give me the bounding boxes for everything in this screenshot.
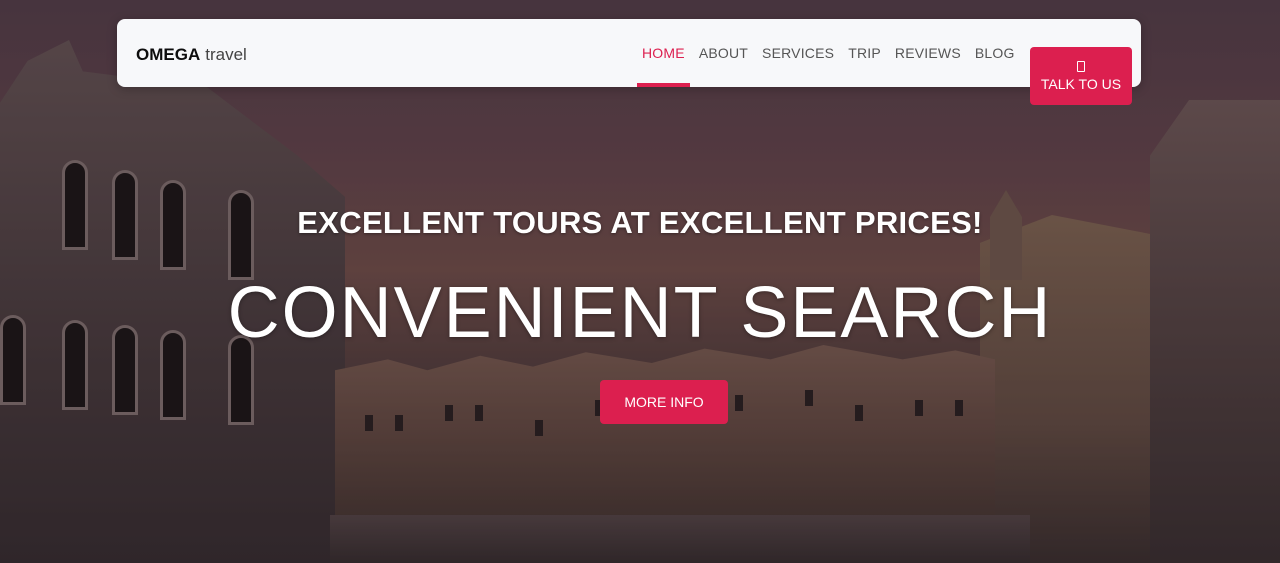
nav-item-about[interactable]: ABOUT xyxy=(692,19,755,87)
nav-item-home[interactable]: HOME xyxy=(635,19,692,87)
nav-item-services[interactable]: SERVICES xyxy=(755,19,841,87)
phone-icon xyxy=(1077,60,1085,72)
nav-item-trip[interactable]: TRIP xyxy=(841,19,888,87)
hero-headline: CONVENIENT SEARCH xyxy=(227,273,1053,353)
nav-item-reviews[interactable]: REVIEWS xyxy=(888,19,968,87)
hero-tagline: EXCELLENT TOURS AT EXCELLENT PRICES! xyxy=(297,205,983,240)
nav-menu: HOME ABOUT SERVICES TRIP REVIEWS BLOG xyxy=(635,19,1022,87)
brand-logo[interactable]: OMEGA travel xyxy=(136,45,247,65)
talk-to-us-label: TALK TO US xyxy=(1040,75,1122,92)
nav-item-blog[interactable]: BLOG xyxy=(968,19,1022,87)
hero-section: OMEGA travel HOME ABOUT SERVICES TRIP RE… xyxy=(0,0,1280,563)
talk-to-us-button[interactable]: TALK TO US xyxy=(1030,47,1132,105)
brand-suffix: travel xyxy=(205,45,247,64)
navbar: OMEGA travel HOME ABOUT SERVICES TRIP RE… xyxy=(117,19,1141,105)
more-info-button[interactable]: MORE INFO xyxy=(600,380,728,424)
brand-name: OMEGA xyxy=(136,45,201,64)
